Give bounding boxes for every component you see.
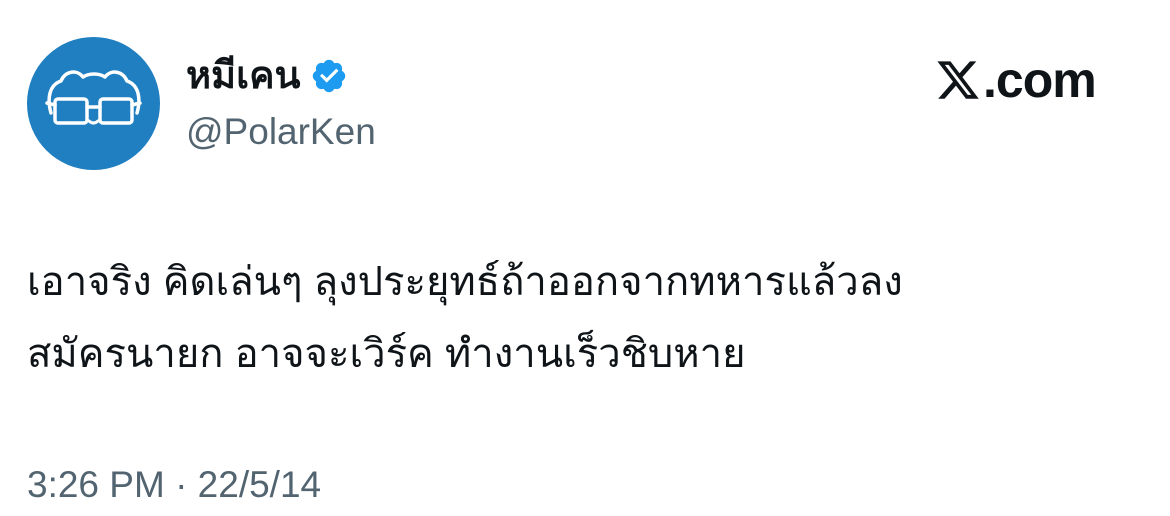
author-name-row: หมีเคน: [186, 50, 348, 102]
avatar[interactable]: [27, 37, 160, 170]
author-handle[interactable]: @PolarKen: [186, 110, 376, 154]
watermark-text: .com: [983, 52, 1097, 108]
tweet-text: เอาจริง คิดเล่นๆ ลุงประยุทธ์ถ้าออกจากทหา…: [27, 260, 903, 376]
polar-bear-glasses-icon: [27, 37, 160, 170]
x-logo-icon: [935, 57, 981, 103]
display-name[interactable]: หมีเคน: [186, 57, 300, 95]
tweet-card: หมีเคน @PolarKen .com เอาจริง คิดเล่นๆ ล…: [0, 0, 1170, 516]
tweet-timestamp[interactable]: 3:26 PM · 22/5/14: [27, 463, 321, 507]
x-com-watermark: .com: [935, 52, 1097, 108]
verified-badge-icon: [310, 57, 348, 95]
